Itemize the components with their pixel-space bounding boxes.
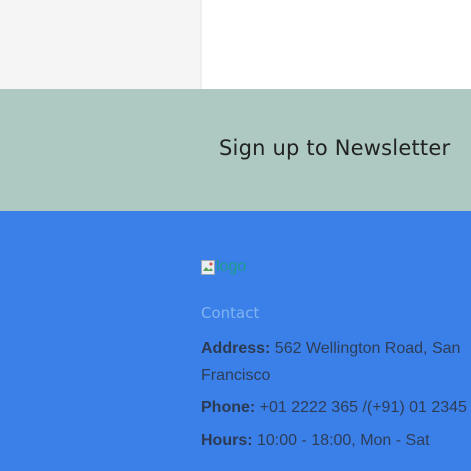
- panel-divider: [200, 0, 202, 89]
- address-value: 562 Wellington Road, San: [270, 340, 461, 357]
- page: Sign up to Newsletter logo Contact Addre…: [0, 0, 471, 471]
- hours-value: 10:00 - 18:00, Mon - Sat: [252, 432, 430, 449]
- hours-line: Hours: 10:00 - 18:00, Mon - Sat: [201, 427, 430, 454]
- address-label: Address:: [201, 340, 271, 357]
- broken-image-icon: [201, 259, 215, 275]
- address-line: Address: 562 Wellington Road, San: [201, 335, 460, 362]
- phone-value: +01 2222 365 /(+91) 01 2345: [255, 399, 467, 416]
- sidebar-panel: [0, 0, 200, 89]
- hours-label: Hours:: [201, 432, 253, 449]
- footer-logo-link[interactable]: logo: [201, 256, 246, 278]
- newsletter-title: Sign up to Newsletter: [219, 136, 451, 160]
- phone-line: Phone: +01 2222 365 /(+91) 01 2345: [201, 394, 467, 421]
- logo-alt-text: logo: [216, 258, 247, 275]
- contact-heading: Contact: [201, 304, 260, 322]
- phone-label: Phone:: [201, 399, 256, 416]
- address-value-line-2: Francisco: [201, 367, 271, 384]
- address-line-2: Francisco: [201, 362, 270, 389]
- content-area: [0, 0, 471, 89]
